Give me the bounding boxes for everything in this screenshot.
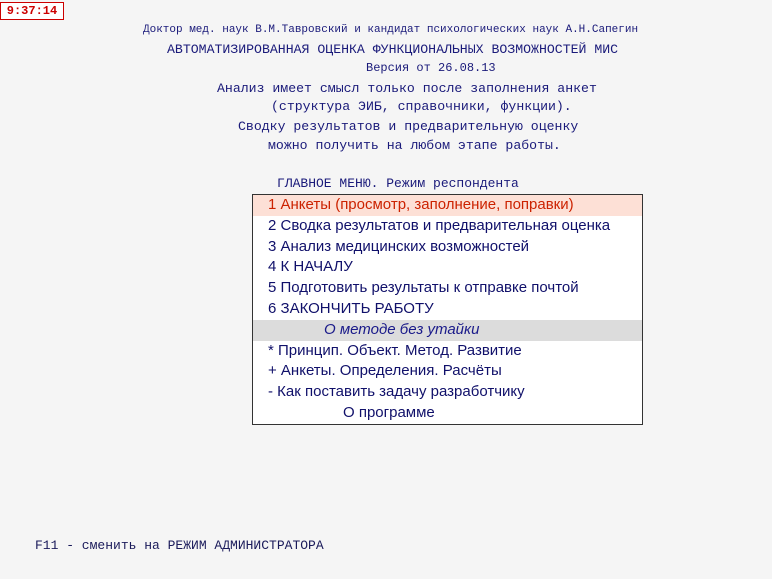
note-line: Анализ имеет смысл только после заполнен… [217,81,597,96]
menu-item-prepare-mail[interactable]: 5 Подготовить результаты к отправке почт… [253,278,642,299]
menu-item-definitions[interactable]: + Анкеты. Определения. Расчёты [253,361,642,382]
menu-item-about[interactable]: О программе [253,403,642,424]
note-line: (структура ЭИБ, справочники, функции). [271,99,572,114]
main-menu: 1 Анкеты (просмотр, заполнение, поправки… [252,194,643,425]
menu-item-medical-analysis[interactable]: 3 Анализ медицинских возможностей [253,237,642,258]
menu-heading: ГЛАВНОЕ МЕНЮ. Режим респондента [277,176,519,191]
authors-line: Доктор мед. наук В.М.Тавровский и кандид… [143,24,639,36]
version-label: Версия от 26.08.13 [366,61,496,75]
clock-display: 9:37:14 [0,2,64,20]
footer-hint: F11 - сменить на РЕЖИМ АДМИНИСТРАТОРА [35,538,324,553]
note-line: Сводку результатов и предварительную оце… [238,119,579,134]
menu-section-method: О методе без утайки [253,319,642,341]
menu-item-to-start[interactable]: 4 К НАЧАЛУ [253,257,642,278]
note-line: можно получить на любом этапе работы. [268,138,561,153]
app-title: АВТОМАТИЗИРОВАННАЯ ОЦЕНКА ФУНКЦИОНАЛЬНЫХ… [167,42,619,57]
menu-item-questionnaires[interactable]: 1 Анкеты (просмотр, заполнение, поправки… [253,195,642,216]
menu-item-finish[interactable]: 6 ЗАКОНЧИТЬ РАБОТУ [253,299,642,320]
menu-item-task-howto[interactable]: - Как поставить задачу разработчику [253,382,642,403]
menu-item-summary[interactable]: 2 Сводка результатов и предварительная о… [253,216,642,237]
menu-item-principle[interactable]: * Принцип. Объект. Метод. Развитие [253,341,642,362]
